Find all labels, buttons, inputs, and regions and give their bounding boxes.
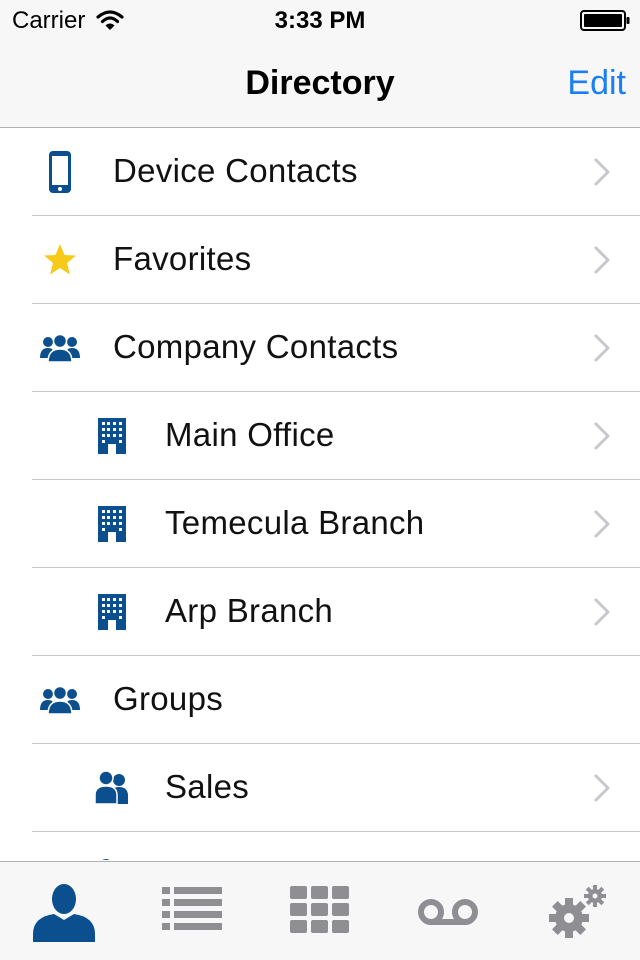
list-item-label: Sales — [165, 768, 250, 805]
chevron-right-icon — [594, 158, 610, 186]
status-time: 3:33 PM — [274, 7, 366, 34]
list-item-sales[interactable]: Sales — [0, 744, 640, 832]
list-item-device-contacts[interactable]: Device Contacts — [0, 128, 640, 216]
tab-list[interactable] — [128, 862, 256, 960]
star-icon — [44, 244, 76, 275]
list-icon — [162, 887, 222, 930]
list-item-label: Arp Branch — [165, 592, 334, 629]
people-icon — [40, 685, 80, 715]
list-item-temecula-branch[interactable]: Temecula Branch — [0, 480, 640, 568]
edit-button[interactable]: Edit — [567, 64, 626, 103]
list-item-label: Favorites — [113, 240, 252, 277]
keypad-icon — [290, 886, 349, 933]
chevron-right-icon — [594, 598, 610, 626]
tab-bar — [0, 861, 640, 960]
page-title: Directory — [245, 64, 395, 102]
group-icon — [102, 859, 110, 860]
list-item-partial[interactable] — [0, 832, 640, 860]
contacts-icon — [33, 884, 95, 942]
settings-icon — [549, 885, 606, 938]
tab-keypad[interactable] — [256, 862, 384, 960]
list-item-company-contacts[interactable]: Company Contacts — [0, 304, 640, 392]
people-icon — [40, 333, 80, 363]
tab-contacts[interactable] — [0, 862, 128, 960]
building-icon — [98, 418, 126, 454]
tab-voicemail[interactable] — [384, 862, 512, 960]
list-item-groups[interactable]: Groups — [0, 656, 640, 744]
building-icon — [98, 506, 126, 542]
directory-list: Device Contacts Favorites Company Contac… — [0, 128, 640, 860]
phone-icon — [49, 151, 71, 193]
group-icon — [94, 770, 128, 805]
list-item-label: Device Contacts — [113, 152, 358, 189]
building-icon — [98, 594, 126, 630]
chevron-right-icon — [594, 510, 610, 538]
chevron-right-icon — [594, 774, 610, 802]
list-item-label: Groups — [113, 680, 224, 717]
list-item-label: Main Office — [165, 416, 335, 453]
tab-settings[interactable] — [512, 862, 640, 960]
status-bar: Carrier 3:33 PM — [0, 0, 640, 40]
navigation-header: Carrier 3:33 PM Directory Edit — [0, 0, 640, 128]
chevron-right-icon — [594, 334, 610, 362]
battery-icon — [580, 10, 630, 31]
list-item-arp-branch[interactable]: Arp Branch — [0, 568, 640, 656]
list-item-main-office[interactable]: Main Office — [0, 392, 640, 480]
chevron-right-icon — [594, 422, 610, 450]
chevron-right-icon — [594, 246, 610, 274]
list-item-label: Temecula Branch — [165, 504, 425, 541]
list-item-label: Company Contacts — [113, 328, 399, 365]
list-item-favorites[interactable]: Favorites — [0, 216, 640, 304]
voicemail-icon — [418, 899, 478, 925]
